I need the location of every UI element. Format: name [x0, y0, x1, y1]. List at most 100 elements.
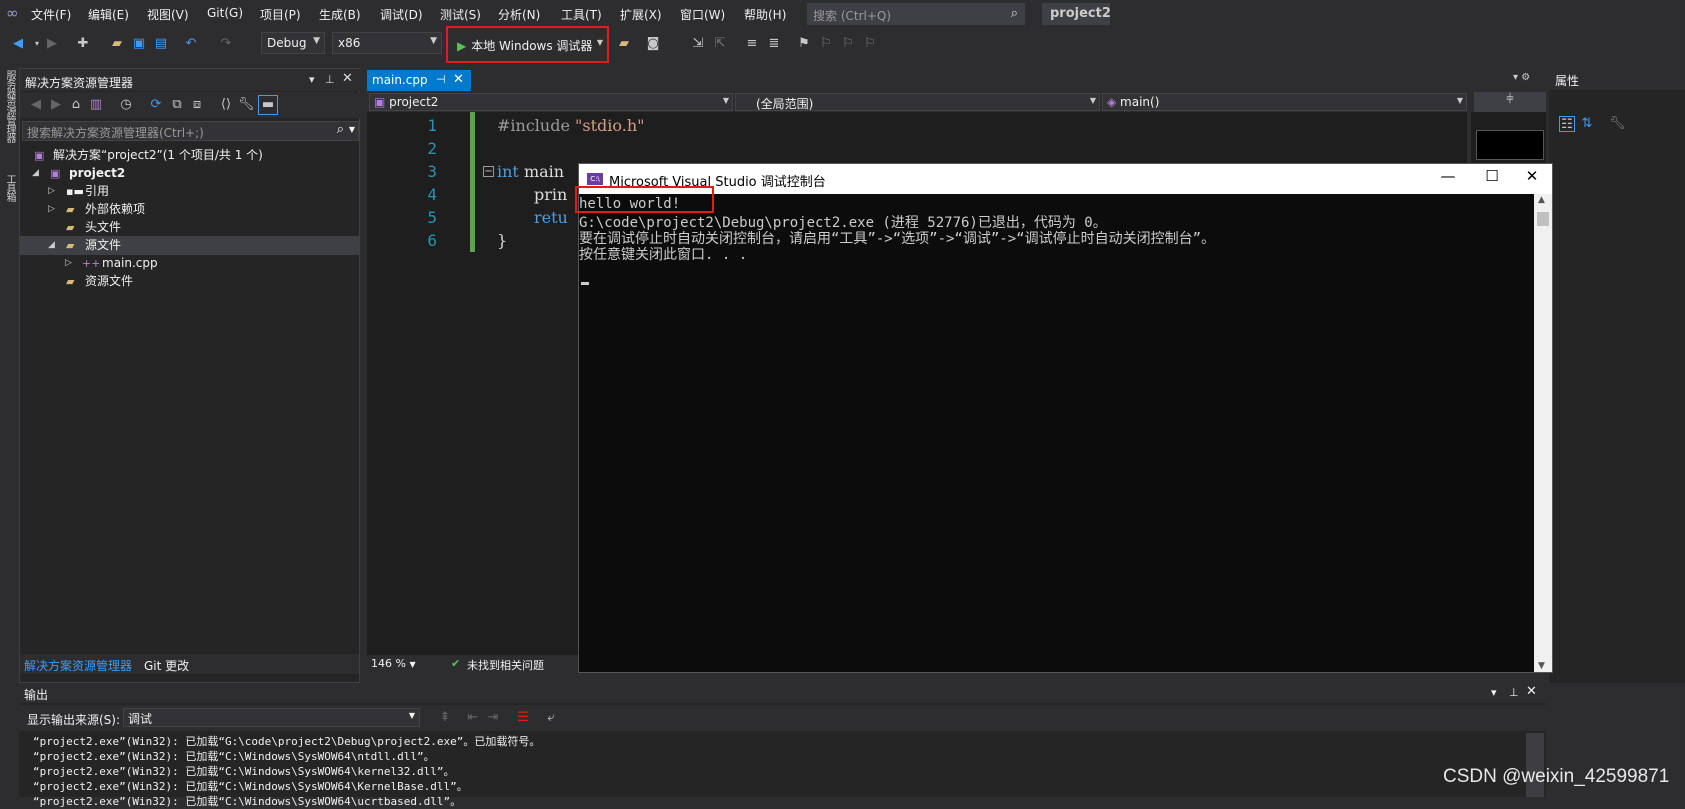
new-project-icon[interactable]: ✚ — [75, 36, 91, 52]
scrollbar-thumb[interactable] — [1537, 212, 1549, 226]
split-editor-button[interactable]: ⫩ — [1474, 92, 1546, 112]
menu-help[interactable]: 帮助(H) — [744, 6, 786, 23]
collapse-all-icon[interactable]: ⧉ — [169, 97, 185, 113]
tab-git-changes[interactable]: Git 更改 — [144, 657, 189, 674]
solution-explorer-search-input[interactable]: 搜索解决方案资源管理器(Ctrl+;) ⌕ ▼ — [22, 121, 359, 141]
show-all-files-icon[interactable]: ⧈ — [189, 97, 205, 113]
step-icon[interactable]: ⇲ — [690, 36, 706, 52]
chevron-down-icon[interactable]: ▼ — [597, 38, 603, 47]
screenshot-icon[interactable]: ◙ — [645, 36, 661, 52]
maximize-icon[interactable]: ☐ — [1472, 167, 1512, 185]
close-icon[interactable]: ✕ — [1526, 684, 1537, 699]
scroll-up-icon[interactable]: ▲ — [1538, 195, 1545, 205]
start-debugging-button[interactable]: ▶ 本地 Windows 调试器 ▼ — [446, 26, 609, 63]
dropdown-icon[interactable]: ▾ — [1491, 686, 1497, 699]
menu-debug[interactable]: 调试(D) — [380, 6, 423, 23]
menu-extensions[interactable]: 扩展(X) — [620, 6, 662, 23]
tab-main-cpp[interactable]: main.cpp ⊣ ✕ — [367, 70, 471, 91]
clear-bookmarks-icon[interactable]: ⚐ — [862, 36, 878, 52]
redo-icon[interactable]: ↷ — [218, 36, 234, 52]
properties-wrench-icon[interactable]: 🔧︎ — [238, 97, 255, 113]
expanded-icon[interactable]: ◢ — [32, 164, 39, 183]
zoom-select[interactable]: 146 % ▼ — [369, 656, 424, 672]
open-folder-icon[interactable]: ▰ — [109, 36, 125, 52]
output-source-select[interactable]: 调试 ▼ — [123, 708, 420, 727]
server-explorer-tab[interactable]: 服务器资源管理器 — [2, 70, 17, 142]
close-icon[interactable]: ✕ — [1512, 167, 1552, 185]
project-select[interactable]: ▣ project2 ▼ — [369, 93, 733, 111]
chevron-down-icon[interactable]: ▼ — [349, 125, 355, 134]
menu-edit[interactable]: 编辑(E) — [88, 6, 129, 23]
tab-solution-explorer[interactable]: 解决方案资源管理器 — [24, 657, 132, 674]
next-message-icon[interactable]: ⇥ — [485, 710, 501, 726]
collapsed-icon[interactable]: ▷ — [48, 182, 55, 201]
tab-overflow-icons[interactable]: ▾ ⚙ — [1513, 72, 1530, 83]
back-dropdown-icon[interactable]: ▾ — [29, 36, 45, 52]
menu-window[interactable]: 窗口(W) — [680, 6, 725, 23]
forward-icon[interactable]: ▶ — [48, 97, 64, 113]
member-select[interactable]: ◈ main() ▼ — [1102, 93, 1467, 111]
menu-view[interactable]: 视图(V) — [147, 6, 189, 23]
platform-select[interactable]: x86 ▼ — [332, 32, 442, 54]
console-scrollbar[interactable]: ▲ ▼ — [1534, 194, 1552, 672]
history-icon[interactable]: ◷ — [118, 97, 134, 113]
collapsed-icon[interactable]: ▷ — [48, 200, 55, 219]
save-icon[interactable]: ▣ — [131, 36, 147, 52]
next-bookmark-icon[interactable]: ⚐ — [840, 36, 856, 52]
debug-console-window[interactable]: C:\ Microsoft Visual Studio 调试控制台 — ☐ ✕ … — [578, 163, 1553, 673]
tree-item-solution[interactable]: ▣ 解决方案“project2”(1 个项目/共 1 个) — [20, 146, 359, 165]
console-titlebar[interactable]: C:\ Microsoft Visual Studio 调试控制台 — ☐ ✕ — [579, 164, 1552, 194]
menu-analyze[interactable]: 分析(N) — [498, 6, 540, 23]
forward-icon[interactable]: ▶ — [44, 36, 60, 52]
scroll-down-icon[interactable]: ▼ — [1538, 661, 1545, 671]
find-message-icon[interactable]: ⇞ — [437, 710, 453, 726]
tree-item-header-files[interactable]: ▰ 头文件 — [20, 218, 359, 237]
tree-item-source-files[interactable]: ◢ ▰ 源文件 — [20, 236, 359, 255]
tree-item-main-cpp[interactable]: ▷ ++ main.cpp — [20, 254, 359, 273]
menu-file[interactable]: 文件(F) — [31, 6, 71, 23]
search-input[interactable]: 搜索 (Ctrl+Q) ⌕ — [807, 3, 1025, 25]
uncomment-icon[interactable]: ≣ — [766, 36, 782, 52]
minimap-viewport[interactable] — [1476, 130, 1544, 160]
preview-selected-icon[interactable]: ▬ — [258, 95, 278, 115]
toolbox-tab[interactable]: 工具箱 — [2, 174, 17, 201]
pin-icon[interactable]: ⊥ — [1509, 686, 1519, 699]
back-icon[interactable]: ◀ — [10, 36, 26, 52]
scope-select[interactable]: (全局范围) ▼ — [735, 93, 1100, 111]
prev-message-icon[interactable]: ⇤ — [465, 710, 481, 726]
save-all-icon[interactable]: ▤ — [153, 36, 169, 52]
expanded-icon[interactable]: ◢ — [48, 236, 55, 255]
tree-item-references[interactable]: ▷ ▪▬ 引用 — [20, 182, 359, 201]
collapse-block-icon[interactable]: − — [483, 166, 494, 177]
refresh-icon[interactable]: ⟳ — [148, 97, 164, 113]
tree-item-resource-files[interactable]: ▰ 资源文件 — [20, 272, 359, 291]
prev-bookmark-icon[interactable]: ⚐ — [818, 36, 834, 52]
view-code-icon[interactable]: ⟨⟩ — [218, 97, 234, 113]
home-icon[interactable]: ⌂ — [68, 97, 84, 113]
issues-text[interactable]: 未找到相关问题 — [467, 657, 544, 673]
alphabetical-icon[interactable]: ⇅ — [1579, 116, 1595, 132]
pin-icon[interactable]: ⊥ — [325, 73, 335, 86]
open-in-explorer-icon[interactable]: ▰ — [616, 36, 632, 52]
menu-tools[interactable]: 工具(T) — [561, 6, 602, 23]
close-icon[interactable]: ✕ — [342, 71, 353, 86]
back-icon[interactable]: ◀ — [28, 97, 44, 113]
undo-icon[interactable]: ↶ — [183, 36, 199, 52]
configuration-select[interactable]: Debug ▼ — [261, 32, 325, 54]
clear-all-icon[interactable]: ☰ — [515, 710, 531, 726]
step-over-icon[interactable]: ⇱ — [712, 36, 728, 52]
dropdown-icon[interactable]: ▾ — [309, 73, 315, 86]
tree-item-project[interactable]: ◢ ▣ project2 — [20, 164, 359, 183]
menu-test[interactable]: 测试(S) — [440, 6, 481, 23]
bookmark-icon[interactable]: ⚑ — [796, 36, 812, 52]
tree-item-external-deps[interactable]: ▷ ▰ 外部依赖项 — [20, 200, 359, 219]
word-wrap-icon[interactable]: ⤶ — [543, 710, 559, 726]
menu-git[interactable]: Git(G) — [207, 6, 243, 20]
property-pages-icon[interactable]: 🔧︎ — [1609, 116, 1626, 132]
categorized-icon[interactable]: ☷ — [1559, 116, 1575, 132]
pin-icon[interactable]: ⊣ — [436, 73, 446, 86]
comment-icon[interactable]: ≡ — [744, 36, 760, 52]
collapsed-icon[interactable]: ▷ — [65, 254, 72, 273]
minimize-icon[interactable]: — — [1428, 167, 1468, 185]
menu-project[interactable]: 项目(P) — [260, 6, 301, 23]
